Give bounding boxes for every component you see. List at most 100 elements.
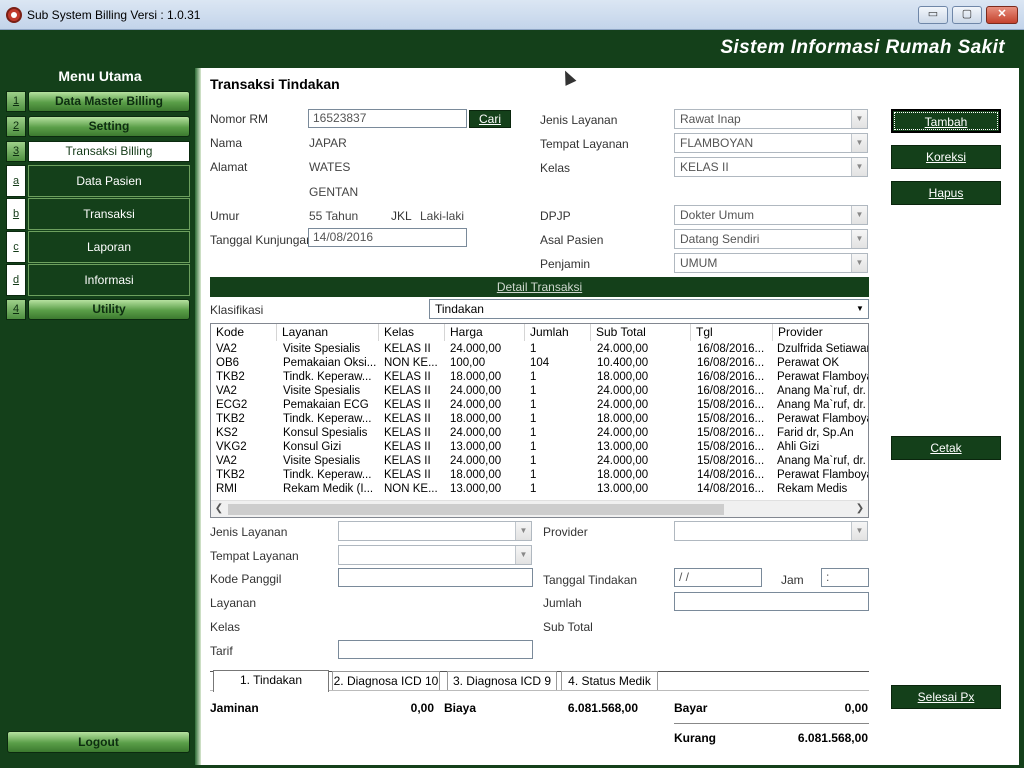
kode-panggil-input[interactable] (338, 568, 533, 587)
dropdown-arrow-icon[interactable]: ▼ (851, 230, 867, 248)
table-row[interactable]: VA2 Visite Spesialis KELAS II 24.000,00 1 24.… (211, 384, 868, 398)
dropdown-arrow-icon[interactable]: ▼ (851, 206, 867, 224)
menu-item-label[interactable]: Transaksi Billing (28, 141, 190, 162)
column-header[interactable]: Provider (773, 324, 868, 341)
table-cell: TKB2 (216, 469, 245, 481)
dropdown-arrow-icon[interactable]: ▼ (851, 522, 867, 540)
logout-button[interactable]: Logout (7, 731, 190, 753)
menu-key: 1 (6, 91, 26, 112)
tambah-button[interactable]: Tambah (891, 109, 1001, 133)
table-cell: Perawat Flamboyan (777, 371, 868, 383)
table-cell: VA2 (216, 455, 237, 467)
dropdown-arrow-icon[interactable]: ▼ (851, 158, 867, 176)
menu-item-transaksi-billing[interactable]: 3 Transaksi Billing (5, 140, 195, 162)
tanggal-tindakan-input[interactable]: / / (674, 568, 762, 587)
nomor-rm-label: Nomor RM (210, 112, 269, 126)
menu-item-label[interactable]: Transaksi (28, 198, 190, 230)
table-row[interactable]: VKG2 Konsul Gizi KELAS II 13.000,00 1 13.000,… (211, 440, 868, 454)
column-header[interactable]: Harga (445, 324, 525, 341)
cari-button[interactable]: Cari (469, 110, 511, 128)
submenu-item-informasi[interactable]: d Informasi (5, 263, 195, 296)
hapus-button[interactable]: Hapus (891, 181, 1001, 205)
banner-title: Sistem Informasi Rumah Sakit (720, 37, 1005, 58)
kelas-select[interactable]: KELAS II ▼ (674, 157, 868, 177)
table-row[interactable]: KS2 Konsul Spesialis KELAS II 24.000,00 1 24.… (211, 426, 868, 440)
table-cell: 18.000,00 (450, 413, 502, 425)
table-cell: 24.000,00 (597, 385, 649, 397)
menu-key: a (6, 165, 26, 197)
dpjp-select[interactable]: Dokter Umum ▼ (674, 205, 868, 225)
tarif-input[interactable] (338, 640, 533, 659)
tab-diagnosa-icd10[interactable]: 2. Diagnosa ICD 10 (332, 671, 440, 691)
app-icon (6, 7, 22, 23)
table-row[interactable]: TKB2 Tindk. Keperaw... KELAS II 18.000,00 1 1… (211, 370, 868, 384)
maximize-button[interactable]: ▢ (952, 6, 982, 24)
table-cell: Dzulfrida Setiawan, (777, 343, 869, 355)
menu-item-label[interactable]: Data Pasien (28, 165, 190, 197)
menu-item-label[interactable]: Data Master Billing (28, 91, 190, 112)
tempat-layanan-value: FLAMBOYAN (680, 136, 754, 150)
table-cell: KELAS II (384, 385, 431, 397)
column-header[interactable]: Layanan (277, 324, 379, 341)
menu-item-data-master-billing[interactable]: 1 Data Master Billing (5, 90, 195, 112)
table-row[interactable]: VA2 Visite Spesialis KELAS II 24.000,00 1 24.… (211, 454, 868, 468)
nomor-rm-input[interactable]: 16523837 (308, 109, 467, 128)
jam-input[interactable]: : (821, 568, 869, 587)
column-header[interactable]: Sub Total (591, 324, 691, 341)
table-row[interactable]: ECG2 Pemakaian ECG KELAS II 24.000,00 1 24.00… (211, 398, 868, 412)
dropdown-arrow-icon[interactable]: ▼ (515, 522, 531, 540)
horizontal-scrollbar[interactable]: ❮ ❯ (211, 500, 868, 517)
minimize-button[interactable]: ▭ (918, 6, 948, 24)
tab-tindakan[interactable]: 1. Tindakan (213, 670, 329, 692)
submenu-item-transaksi[interactable]: b Transaksi (5, 197, 195, 230)
entry-jenis-layanan-select[interactable]: ▼ (338, 521, 532, 541)
dropdown-arrow-icon[interactable]: ▼ (852, 300, 868, 318)
table-row[interactable]: TKB2 Tindk. Keperaw... KELAS II 18.000,00 1 1… (211, 412, 868, 426)
table-cell: TKB2 (216, 371, 245, 383)
tab-diagnosa-icd9[interactable]: 3. Diagnosa ICD 9 (447, 671, 557, 691)
column-header[interactable]: Kelas (379, 324, 445, 341)
selesai-px-button[interactable]: Selesai Px (891, 685, 1001, 709)
menu-item-label[interactable]: Laporan (28, 231, 190, 263)
submenu-item-laporan[interactable]: c Laporan (5, 230, 195, 263)
provider-select[interactable]: ▼ (674, 521, 868, 541)
tanggal-kunjungan-input[interactable]: 14/08/2016 (308, 228, 467, 247)
table-row[interactable]: OB6 Pemakaian Oksi... NON KE... 100,00 104 10… (211, 356, 868, 370)
dropdown-arrow-icon[interactable]: ▼ (851, 110, 867, 128)
menu-item-label[interactable]: Utility (28, 299, 190, 320)
column-header[interactable]: Tgl (691, 324, 773, 341)
table-cell: 10.400,00 (597, 357, 649, 369)
submenu-item-data-pasien[interactable]: a Data Pasien (5, 164, 195, 197)
penjamin-select[interactable]: UMUM ▼ (674, 253, 868, 273)
window-titlebar: Sub System Billing Versi : 1.0.31 ▭ ▢ ✕ (0, 0, 1024, 30)
menu-item-label[interactable]: Informasi (28, 264, 190, 296)
menu-item-label[interactable]: Setting (28, 116, 190, 137)
dropdown-arrow-icon[interactable]: ▼ (851, 134, 867, 152)
table-row[interactable]: TKB2 Tindk. Keperaw... KELAS II 18.000,00 1 1… (211, 468, 868, 482)
transaction-table[interactable]: Kode Layanan Kelas Harga Jumlah Sub Tota… (210, 323, 869, 518)
scrollbar-thumb[interactable] (228, 504, 724, 515)
scroll-right-icon[interactable]: ❯ (853, 502, 867, 516)
koreksi-button[interactable]: Koreksi (891, 145, 1001, 169)
close-button[interactable]: ✕ (986, 6, 1018, 24)
table-cell: 18.000,00 (597, 371, 649, 383)
klasifikasi-select[interactable]: Tindakan ▼ (429, 299, 869, 319)
table-row[interactable]: RMI Rekam Medik (I... NON KE... 13.000,00 1 1… (211, 482, 868, 496)
dropdown-arrow-icon[interactable]: ▼ (515, 546, 531, 564)
jumlah-input[interactable] (674, 592, 869, 611)
jenis-layanan-select[interactable]: Rawat Inap ▼ (674, 109, 868, 129)
menu-item-utility[interactable]: 4 Utility (5, 298, 195, 320)
column-header[interactable]: Jumlah (525, 324, 591, 341)
column-header[interactable]: Kode (211, 324, 277, 341)
scroll-left-icon[interactable]: ❮ (212, 502, 226, 516)
tempat-layanan-select[interactable]: FLAMBOYAN ▼ (674, 133, 868, 153)
table-row[interactable]: VA2 Visite Spesialis KELAS II 24.000,00 1 24.… (211, 342, 869, 356)
provider-label: Provider (543, 525, 588, 539)
menu-item-setting[interactable]: 2 Setting (5, 115, 195, 137)
tab-status-medik[interactable]: 4. Status Medik (561, 671, 658, 691)
asal-pasien-select[interactable]: Datang Sendiri ▼ (674, 229, 868, 249)
cetak-button[interactable]: Cetak (891, 436, 1001, 460)
dropdown-arrow-icon[interactable]: ▼ (851, 254, 867, 272)
kelas-value: KELAS II (680, 160, 729, 174)
entry-tempat-layanan-select[interactable]: ▼ (338, 545, 532, 565)
